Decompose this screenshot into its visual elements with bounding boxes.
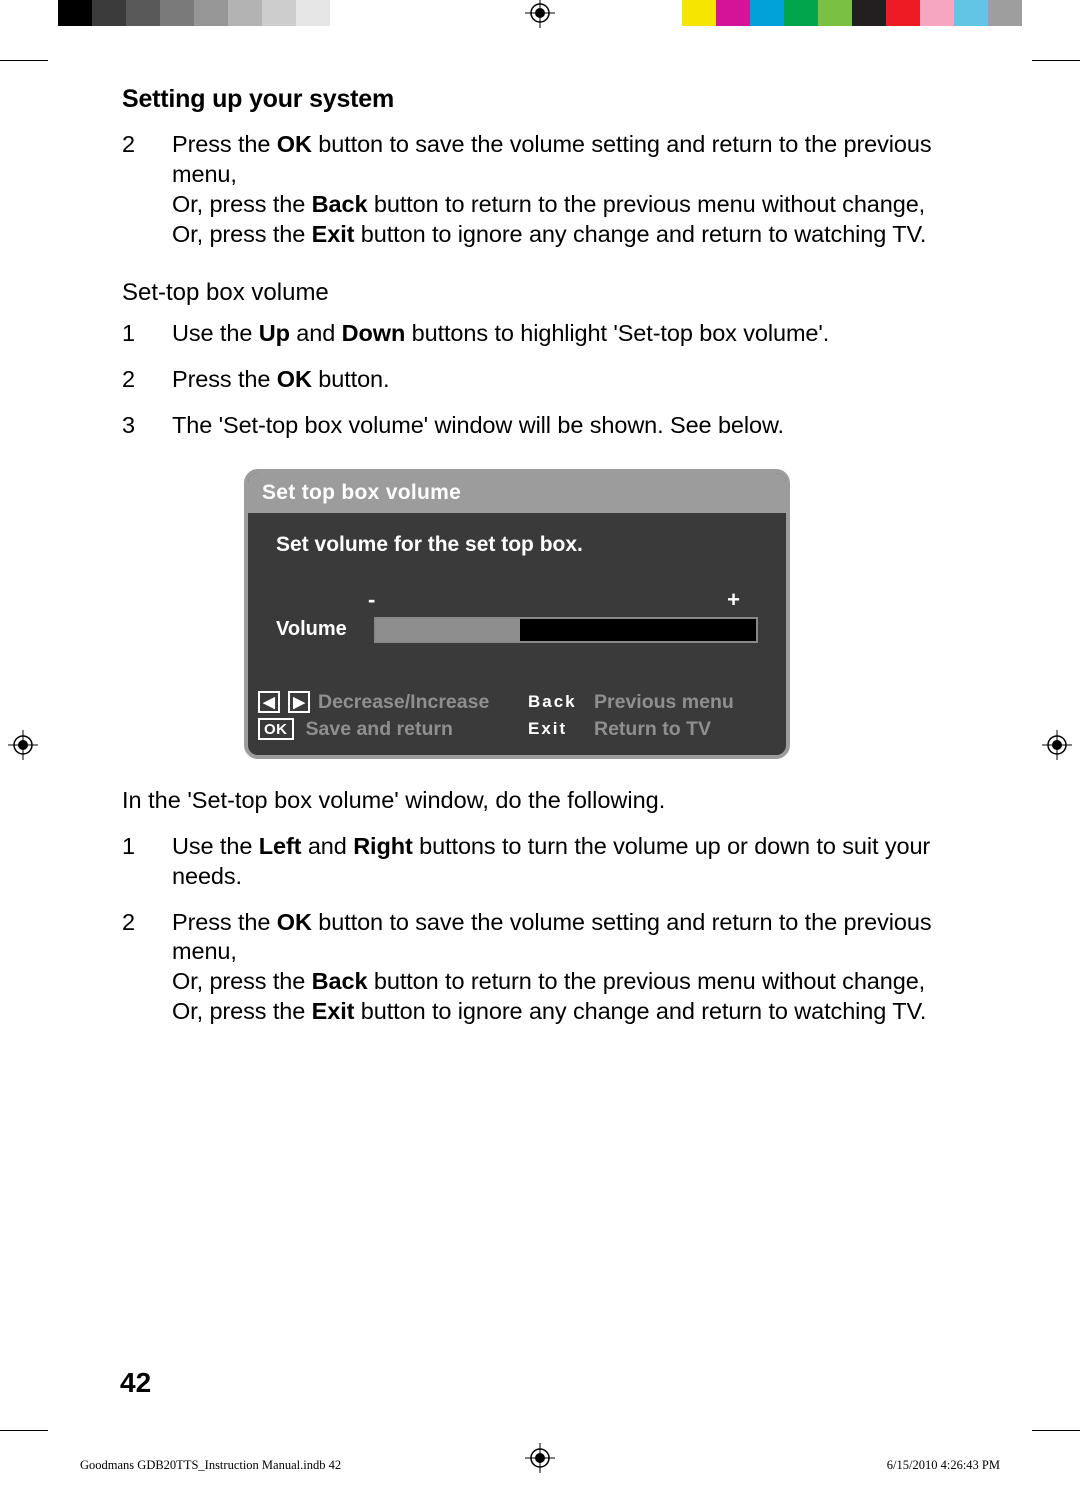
osd-title: Set top box volume <box>248 473 786 513</box>
color-swatch <box>818 0 852 26</box>
step-list-bottom: 1Use the Left and Right buttons to turn … <box>122 832 932 1027</box>
step-text: Press the OK button to save the volume s… <box>172 908 932 1027</box>
step-text: Press the OK button. <box>172 365 932 395</box>
plus-icon: + <box>727 587 740 613</box>
color-swatch <box>58 0 92 26</box>
color-swatch <box>126 0 160 26</box>
list-item: 2Press the OK button. <box>122 365 932 395</box>
color-swatch <box>228 0 262 26</box>
osd-footer: ◀ ▶ Decrease/Increase Back Previous menu… <box>248 683 786 755</box>
registration-mark-icon <box>1042 730 1072 760</box>
step-text: Use the Left and Right buttons to turn t… <box>172 832 932 892</box>
color-swatch <box>988 0 1022 26</box>
crop-line <box>1032 1430 1080 1431</box>
list-item: 3The 'Set-top box volume' window will be… <box>122 411 932 441</box>
section-title: Setting up your system <box>122 85 932 114</box>
step-number: 2 <box>122 365 172 395</box>
footer-date: 6/15/2010 4:26:43 PM <box>887 1458 1000 1473</box>
exit-key: Exit <box>528 719 580 739</box>
ok-key: OK <box>258 718 294 740</box>
color-swatch <box>886 0 920 26</box>
crop-line <box>0 1430 48 1431</box>
color-swatch <box>920 0 954 26</box>
step-number: 1 <box>122 832 172 892</box>
step-number: 1 <box>122 319 172 349</box>
list-item: 1Use the Up and Down buttons to highligh… <box>122 319 932 349</box>
color-swatch <box>716 0 750 26</box>
page-number: 42 <box>120 1367 151 1399</box>
step-number: 2 <box>122 908 172 1027</box>
step-text: The 'Set-top box volume' window will be … <box>172 411 932 441</box>
registration-mark-icon <box>525 0 555 28</box>
arrow-right-icon: ▶ <box>288 691 310 713</box>
color-swatch <box>296 0 330 26</box>
list-item: 2Press the OK button to save the volume … <box>122 130 932 249</box>
footer-filename: Goodmans GDB20TTS_Instruction Manual.ind… <box>80 1458 341 1473</box>
color-swatch <box>160 0 194 26</box>
color-swatch <box>682 0 716 26</box>
color-swatch <box>784 0 818 26</box>
footer-meta: Goodmans GDB20TTS_Instruction Manual.ind… <box>80 1458 1000 1473</box>
back-label: Previous menu <box>594 691 734 714</box>
color-swatch <box>852 0 886 26</box>
list-item: 1Use the Left and Right buttons to turn … <box>122 832 932 892</box>
arrows-label: Decrease/Increase <box>318 691 489 714</box>
osd-screenshot: Set top box volume Set volume for the se… <box>244 469 790 759</box>
arrow-left-icon: ◀ <box>258 691 280 713</box>
step-number: 2 <box>122 130 172 249</box>
volume-label: Volume <box>276 618 364 641</box>
step-text: Use the Up and Down buttons to highlight… <box>172 319 932 349</box>
color-swatch <box>330 0 364 26</box>
back-key: Back <box>528 692 580 712</box>
volume-fill <box>376 619 520 641</box>
registration-mark-icon <box>8 730 38 760</box>
osd-instruction: Set volume for the set top box. <box>276 533 758 557</box>
crop-line <box>1032 60 1080 61</box>
list-item: 2Press the OK button to save the volume … <box>122 908 932 1027</box>
color-swatch <box>194 0 228 26</box>
post-osd-intro: In the 'Set-top box volume' window, do t… <box>122 787 932 814</box>
color-swatch <box>750 0 784 26</box>
color-swatch <box>92 0 126 26</box>
color-swatch <box>954 0 988 26</box>
sub-title: Set-top box volume <box>122 279 932 307</box>
crop-line <box>0 60 48 61</box>
step-text: Press the OK button to save the volume s… <box>172 130 932 249</box>
step-list-top: 2Press the OK button to save the volume … <box>122 130 932 249</box>
step-number: 3 <box>122 411 172 441</box>
ok-label: Save and return <box>306 718 453 741</box>
color-swatch <box>262 0 296 26</box>
minus-icon: - <box>368 587 375 613</box>
exit-label: Return to TV <box>594 718 711 741</box>
step-list-mid: 1Use the Up and Down buttons to highligh… <box>122 319 932 441</box>
page-content: Setting up your system 2Press the OK but… <box>122 85 932 1043</box>
volume-slider[interactable] <box>374 617 758 643</box>
